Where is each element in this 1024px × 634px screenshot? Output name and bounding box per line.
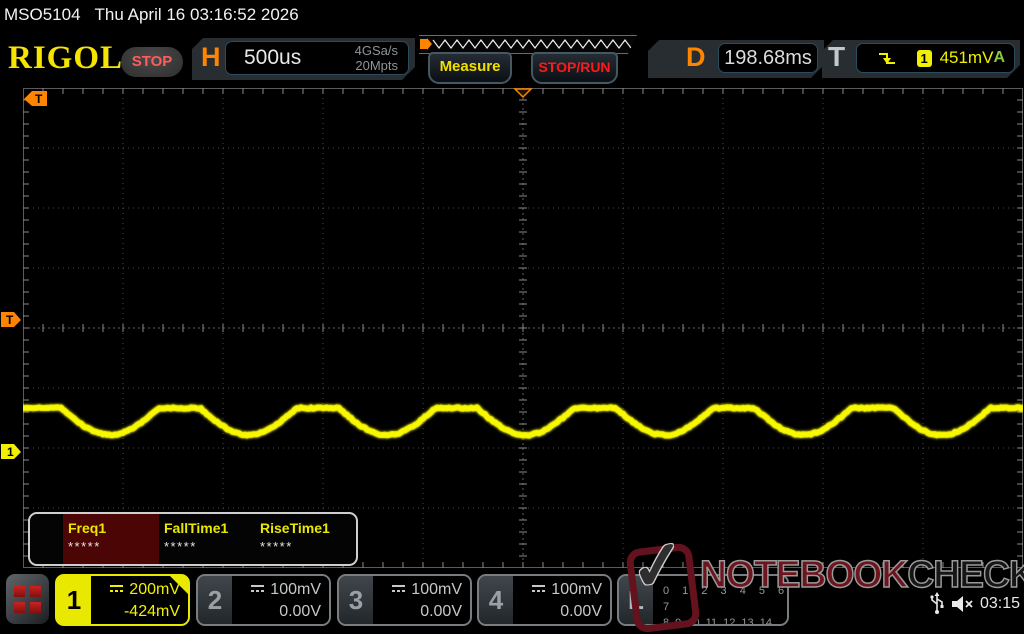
channel-3-number: 3 [339,576,373,624]
timebase-value: 500us [244,46,301,70]
model-name: MSO5104 [4,5,81,24]
measurement-label: FallTime1 [159,520,255,536]
channel-3-offset: 0.00V [373,601,462,623]
dc-coupling-icon [109,584,124,593]
channel-1-tab[interactable]: 1 200mV -424mV [55,574,190,626]
channel-1-number: 1 [57,576,91,624]
trigger-sweep-mode: A [993,49,1005,67]
menu-grid-icon [14,586,41,613]
run-state-indicator[interactable]: STOP [121,47,183,77]
channel-3-scale: 100mV [411,581,462,598]
measure-button[interactable]: Measure [428,52,512,84]
clock: 03:15 [980,595,1020,613]
measurement-value: ***** [159,539,255,554]
channel-4-offset: 0.00V [513,601,602,623]
trigger-readout[interactable]: 1 451mV A [856,43,1015,73]
channel1-position-flag-label: 1 [7,445,14,459]
trigger-level-flag[interactable]: T [1,312,22,328]
logic-row-8-15: 8 9 10 11 12 13 14 15 [663,615,787,626]
channel-2-scale: 100mV [270,581,321,598]
delay-label: D [686,42,706,73]
channel-4-scale: 100mV [551,581,602,598]
usb-icon [928,592,946,616]
channel-2-offset: 0.00V [232,601,321,623]
ch1-waveform-trace [23,88,1023,568]
falling-edge-icon [877,50,895,67]
measurement-falltime1[interactable]: FallTime1 ***** [159,514,255,564]
sample-rate: 4GSa/s [355,43,398,58]
delay-panel[interactable]: D 198.68ms [648,40,824,78]
overview-waveform-icon [419,36,637,53]
logic-label: L [619,576,653,624]
delay-readout[interactable]: 198.68ms [718,43,818,73]
logic-row-0-7: 0 1 2 3 4 5 6 7 [663,583,787,615]
delay-value: 198.68ms [724,47,812,70]
datetime: Thu April 16 03:16:52 2026 [95,5,299,24]
rigol-logo: RIGOL [8,40,123,77]
dc-coupling-icon [250,584,265,593]
channel1-position-flag[interactable]: 1 [1,444,22,460]
horizontal-panel[interactable]: H 500us 4GSa/s 20Mpts [192,38,415,80]
memory-depth: 20Mpts [355,58,398,73]
measurement-label: RiseTime1 [255,520,351,536]
speaker-muted-icon[interactable] [950,594,976,614]
menu-button[interactable] [6,574,49,624]
measurement-value: ***** [255,539,351,554]
dc-coupling-icon [531,584,546,593]
channel-3-tab[interactable]: 3 100mV 0.00V [337,574,472,626]
logic-channels-tab[interactable]: L 0 1 2 3 4 5 6 7 8 9 10 11 12 13 14 15 [617,574,789,626]
channel-2-number: 2 [198,576,232,624]
timebase-readout[interactable]: 500us 4GSa/s 20Mpts [225,41,409,75]
measurement-freq1[interactable]: Freq1 ***** [63,514,159,564]
channel-1-scale: 200mV [129,581,180,598]
horizontal-label: H [201,42,221,73]
measurement-value: ***** [63,539,159,554]
measurement-label: Freq1 [63,520,159,536]
trigger-panel[interactable]: T 1 451mV A [822,40,1020,78]
trigger-level-flag-label: T [6,313,14,327]
acquisition-info: 4GSa/s 20Mpts [355,43,398,73]
measurement-risetime1[interactable]: RiseTime1 ***** [255,514,351,564]
trigger-position-flag[interactable]: T [24,91,48,107]
dc-coupling-icon [391,584,406,593]
channel-4-tab[interactable]: 4 100mV 0.00V [477,574,612,626]
measurement-results-box[interactable]: Freq1 ***** FallTime1 ***** RiseTime1 **… [28,512,358,566]
trigger-source-badge: 1 [917,50,932,67]
trigger-label: T [828,41,845,73]
trigger-position-flag-label: T [35,92,43,106]
trigger-level-value: 451mV [940,48,994,68]
channel-4-number: 4 [479,576,513,624]
channel-1-offset: -424mV [91,601,180,623]
stop-run-button[interactable]: STOP/RUN [531,52,618,84]
title-bar: MSO5104 Thu April 16 03:16:52 2026 [4,5,299,25]
channel-2-tab[interactable]: 2 100mV 0.00V [196,574,331,626]
